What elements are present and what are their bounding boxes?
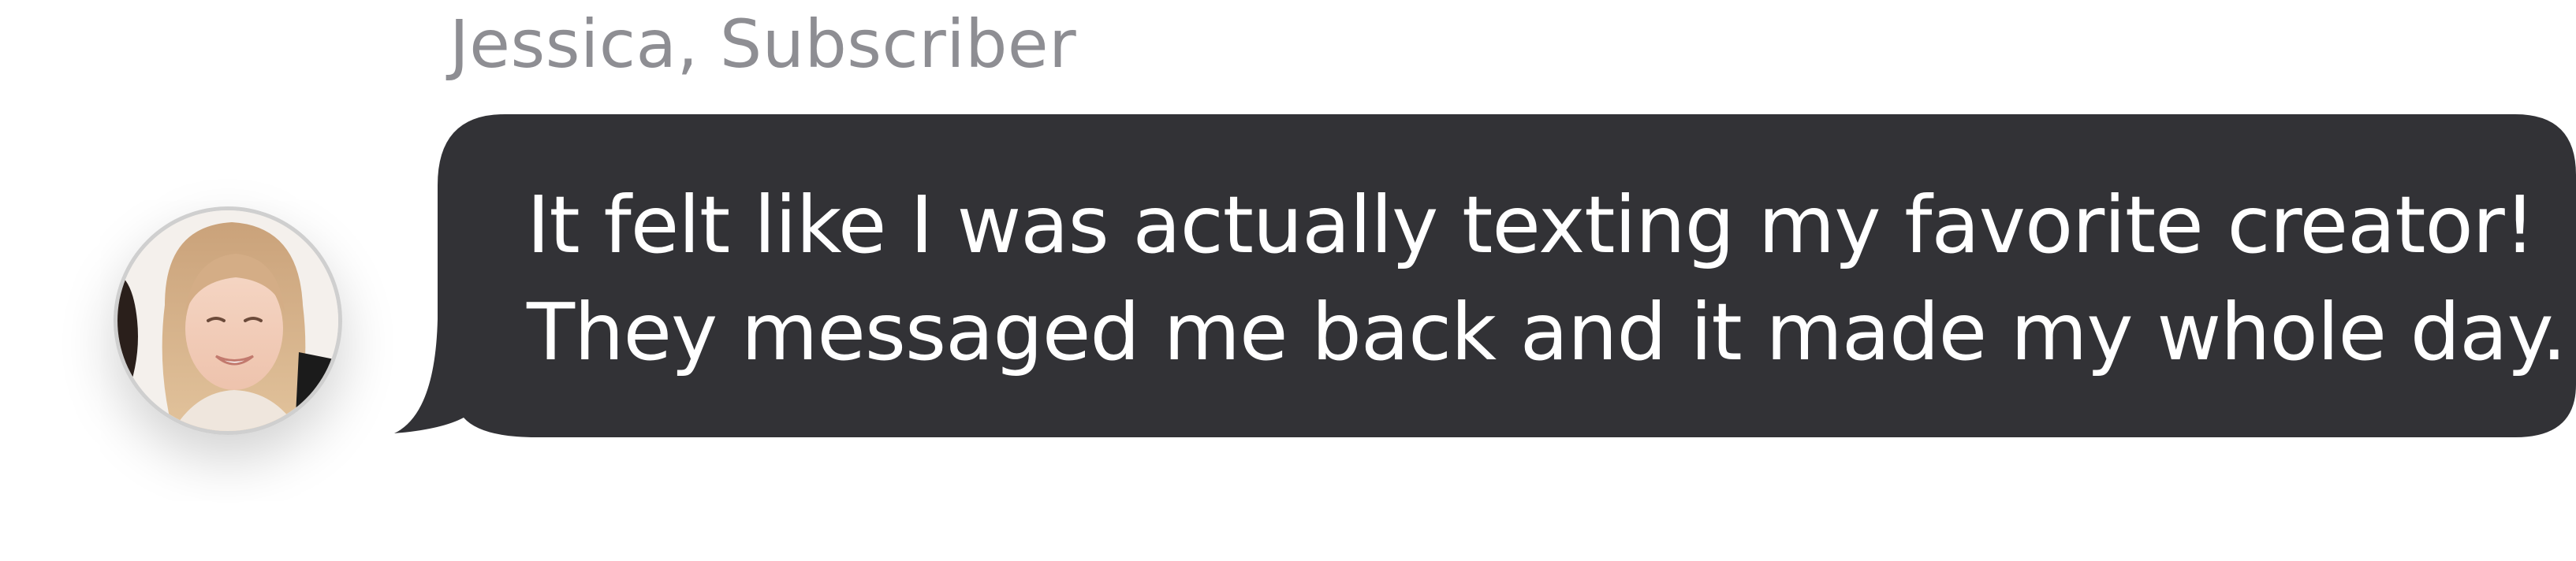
message-line-1: It felt like I was actually texting my f… — [527, 179, 2536, 271]
user-photo-icon — [117, 210, 338, 431]
sender-name-label: Jessica, Subscriber — [449, 6, 1077, 83]
avatar[interactable] — [114, 206, 342, 435]
message-line-2: They messaged me back and it made my who… — [527, 286, 2567, 378]
avatar-photo — [114, 206, 342, 435]
message-text: It felt like I was actually texting my f… — [527, 172, 2567, 386]
